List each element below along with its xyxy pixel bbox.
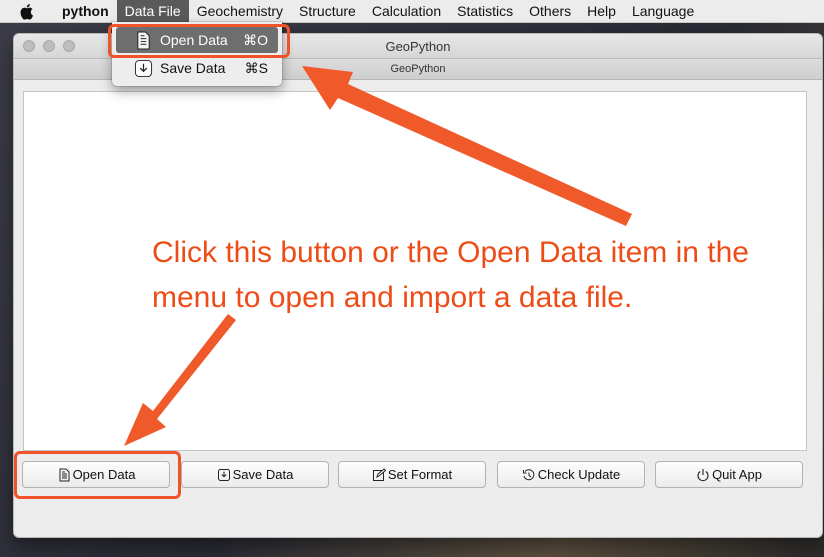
arrow-to-button xyxy=(124,314,236,446)
annotation-text: Click this button or the Open Data item … xyxy=(152,236,749,314)
arrow-to-menu xyxy=(302,66,632,226)
